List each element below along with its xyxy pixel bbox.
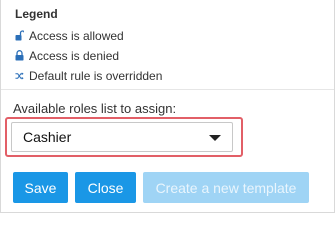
legend-item-allowed: Access is allowed [15, 28, 315, 43]
legend-title: Legend [15, 7, 58, 21]
save-button[interactable]: Save [13, 172, 68, 203]
shuffle-arrows-icon [15, 70, 24, 81]
unlocked-padlock-icon [15, 30, 24, 41]
caret-down-icon[interactable] [209, 135, 221, 141]
role-assignment-panel: Legend Access is allowed Access is denie… [0, 0, 335, 213]
legend-item-label: Access is denied [29, 48, 120, 63]
divider [1, 89, 334, 90]
legend: Legend Access is allowed Access is denie… [15, 7, 315, 88]
legend-item-label: Access is allowed [29, 28, 124, 43]
roles-select-value: Cashier [23, 129, 72, 145]
locked-padlock-icon [15, 50, 24, 61]
close-button[interactable]: Close [75, 172, 136, 203]
legend-item-label: Default rule is overridden [29, 68, 163, 83]
legend-item-denied: Access is denied [15, 48, 315, 63]
roles-select[interactable]: Cashier [11, 122, 233, 152]
create-template-button[interactable]: Create a new template [143, 172, 309, 203]
roles-list-label: Available roles list to assign: [13, 101, 177, 116]
legend-item-overridden: Default rule is overridden [15, 68, 315, 83]
